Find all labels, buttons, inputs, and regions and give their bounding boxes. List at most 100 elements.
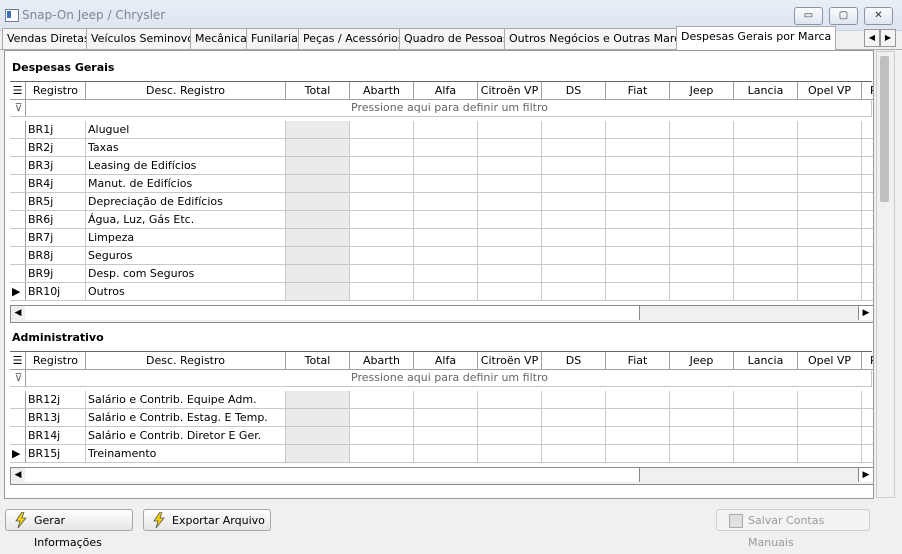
panel-vscroll[interactable] [876,51,895,498]
cell-desc[interactable]: Leasing de Edifícios [86,157,286,175]
scroll-left-icon[interactable]: ◀ [11,306,25,320]
table-cell[interactable] [542,427,606,445]
table-row[interactable]: BR2j Taxas [10,139,873,157]
table-row[interactable]: BR4j Manut. de Edifícios [10,175,873,193]
column-header[interactable]: Pe [862,82,873,100]
row-selector[interactable] [10,139,26,157]
table-cell[interactable] [286,157,350,175]
column-header[interactable]: Fiat [606,352,670,370]
table-cell[interactable] [606,391,670,409]
table-cell[interactable] [414,121,478,139]
tab-quadro-pessoas[interactable]: Quadro de Pessoas [399,28,514,49]
row-selector[interactable] [10,409,26,427]
table-cell[interactable] [798,121,862,139]
row-selector[interactable] [10,247,26,265]
row-selector[interactable] [10,193,26,211]
table-cell[interactable] [606,445,670,463]
table-cell[interactable] [350,427,414,445]
table-cell[interactable] [798,211,862,229]
table-cell[interactable] [606,157,670,175]
table-cell[interactable] [606,265,670,283]
table-cell[interactable] [862,211,873,229]
cell-registro[interactable]: BR12j [26,391,86,409]
cell-desc[interactable]: Treinamento [86,445,286,463]
table-cell[interactable] [734,139,798,157]
table-cell[interactable] [542,445,606,463]
table-cell[interactable] [734,283,798,301]
column-header[interactable]: Abarth [350,352,414,370]
filter-icon[interactable]: ⊽ [10,369,26,387]
table-cell[interactable] [542,229,606,247]
cell-registro[interactable]: BR15j [26,445,86,463]
column-header[interactable]: DS [542,352,606,370]
filter-icon[interactable]: ⊽ [10,99,26,117]
tab-scroll-right-icon[interactable]: ▶ [880,29,896,47]
table-row[interactable]: BR6j Água, Luz, Gás Etc. [10,211,873,229]
cell-registro[interactable]: BR2j [26,139,86,157]
table-cell[interactable] [286,265,350,283]
table-cell[interactable] [542,211,606,229]
row-selector-icon[interactable]: ▶ [10,445,26,463]
column-header[interactable]: Total [286,82,350,100]
table-row[interactable]: BR14j Salário e Contrib. Diretor E Ger. [10,427,873,445]
maximize-button[interactable]: ▢ [829,7,858,25]
table-cell[interactable] [350,265,414,283]
table-cell[interactable] [798,283,862,301]
table-cell[interactable] [286,193,350,211]
table-cell[interactable] [862,229,873,247]
table-cell[interactable] [798,157,862,175]
table-cell[interactable] [350,391,414,409]
table-cell[interactable] [478,265,542,283]
table-cell[interactable] [798,229,862,247]
table-cell[interactable] [542,121,606,139]
table-cell[interactable] [414,229,478,247]
table-cell[interactable] [350,247,414,265]
table-cell[interactable] [862,247,873,265]
table-cell[interactable] [606,121,670,139]
table-cell[interactable] [478,445,542,463]
table-cell[interactable] [798,175,862,193]
table-cell[interactable] [670,121,734,139]
column-header[interactable]: Alfa [414,82,478,100]
table-cell[interactable] [862,265,873,283]
cell-registro[interactable]: BR7j [26,229,86,247]
close-button[interactable]: ✕ [864,7,893,25]
column-header[interactable]: Total [286,352,350,370]
table-cell[interactable] [414,211,478,229]
table-cell[interactable] [670,175,734,193]
table-cell[interactable] [350,229,414,247]
cell-registro[interactable]: BR4j [26,175,86,193]
table-cell[interactable] [606,139,670,157]
column-header[interactable]: DS [542,82,606,100]
row-selector[interactable] [10,121,26,139]
table-cell[interactable] [350,445,414,463]
cell-registro[interactable]: BR1j [26,121,86,139]
table-cell[interactable] [286,175,350,193]
row-selector-icon[interactable]: ▶ [10,283,26,301]
table-cell[interactable] [670,247,734,265]
filter-row[interactable]: ⊽ Pressione aqui para definir um filtro [10,99,872,117]
table-cell[interactable] [350,139,414,157]
table-cell[interactable] [414,265,478,283]
table-cell[interactable] [350,211,414,229]
grid-hscroll-administrativo[interactable]: ◀ ▶ [10,467,873,485]
table-cell[interactable] [286,247,350,265]
column-header[interactable]: Registro [26,82,86,100]
table-cell[interactable] [862,391,873,409]
table-cell[interactable] [798,193,862,211]
row-selector[interactable] [10,229,26,247]
table-cell[interactable] [670,139,734,157]
cell-registro[interactable]: BR8j [26,247,86,265]
table-cell[interactable] [286,409,350,427]
table-cell[interactable] [478,193,542,211]
column-header[interactable]: Jeep [670,82,734,100]
scroll-right-icon[interactable]: ▶ [858,306,873,320]
table-cell[interactable] [734,409,798,427]
cell-registro[interactable]: BR10j [26,283,86,301]
cell-registro[interactable]: BR14j [26,427,86,445]
table-cell[interactable] [606,193,670,211]
scroll-left-icon[interactable]: ◀ [11,468,25,482]
table-cell[interactable] [478,121,542,139]
table-cell[interactable] [798,391,862,409]
column-header[interactable]: Jeep [670,352,734,370]
